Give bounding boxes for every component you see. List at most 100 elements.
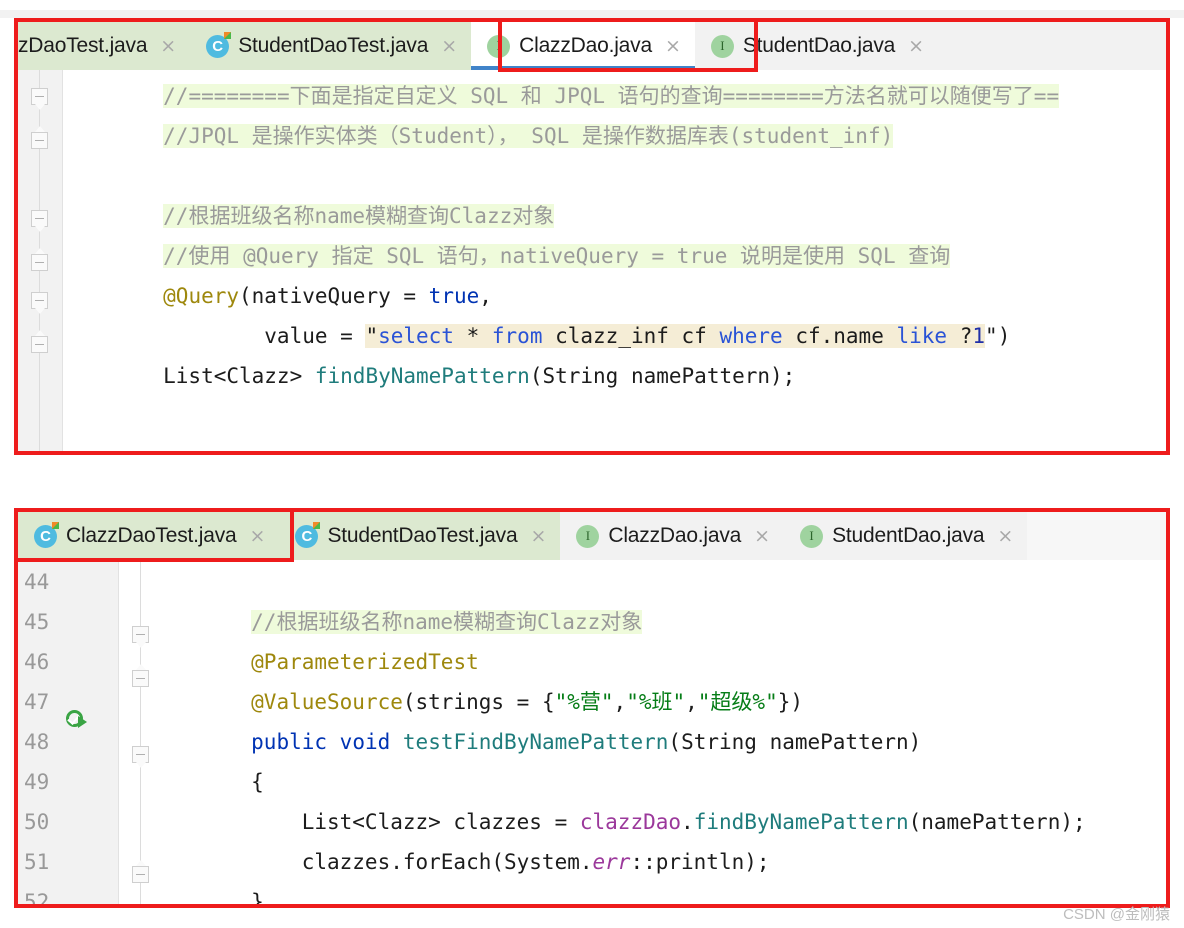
- code-line[interactable]: //根据班级名称name模糊查询Clazz对象: [150, 602, 1166, 642]
- code-token: findByNamePattern: [693, 810, 909, 834]
- tab-studentdao-java[interactable]: StudentDao.java ×: [694, 22, 939, 70]
- close-icon[interactable]: ×: [997, 526, 1013, 546]
- fold-marker-up[interactable]: [132, 860, 149, 883]
- fold-marker-up[interactable]: [132, 664, 149, 687]
- code-token: clazzes.forEach(System.: [150, 850, 593, 874]
- java-interface-icon: [800, 524, 824, 548]
- code-token: select: [378, 324, 454, 348]
- code-token: .: [681, 810, 694, 834]
- line-number: 51: [24, 850, 50, 874]
- bottom-code-area[interactable]: 44 45 46 47 48 49 50 51 52 //根据班级名称name模糊查询Clazz…: [18, 560, 1166, 904]
- tab-clazzdaotest-java[interactable]: ClazzDaoTest.java ×: [18, 512, 280, 560]
- tab-clazzdao-java[interactable]: ClazzDao.java ×: [471, 22, 695, 70]
- line-number: 48: [24, 730, 50, 754]
- code-token: public: [251, 730, 328, 754]
- line-number: 49: [24, 770, 50, 794]
- code-token: //========下面是指定自定义 SQL 和 JPQL 语句的查询=====…: [163, 84, 1060, 108]
- tab-label: StudentDaoTest.java: [238, 34, 429, 57]
- code-line[interactable]: [150, 562, 1166, 602]
- code-line[interactable]: clazzes.forEach(System.err::println);: [150, 842, 1166, 882]
- code-token: *: [453, 324, 492, 348]
- code-line[interactable]: //使用 @Query 指定 SQL 语句，nativeQuery = true…: [62, 236, 1166, 276]
- code-token: "超级%": [697, 690, 778, 714]
- code-token: ): [997, 324, 1011, 348]
- code-line[interactable]: {: [150, 762, 1166, 802]
- code-token: clazzDao: [579, 810, 682, 834]
- code-token: true: [428, 284, 480, 308]
- line-number: 46: [24, 650, 50, 674]
- code-token: List<Clazz>: [62, 364, 315, 388]
- line-number: 52: [24, 890, 50, 904]
- code-line[interactable]: public void testFindByNamePattern(String…: [150, 722, 1166, 762]
- code-token: cf.name: [782, 324, 897, 348]
- close-icon[interactable]: ×: [908, 36, 924, 56]
- tab-zdaotest-java[interactable]: zDaoTest.java ×: [18, 22, 191, 70]
- code-line[interactable]: }: [150, 882, 1166, 904]
- code-token: //根据班级名称name模糊查询Clazz对象: [163, 204, 555, 228]
- code-token: void: [339, 730, 391, 754]
- close-icon[interactable]: ×: [665, 36, 681, 56]
- code-token: "%班": [626, 690, 686, 714]
- top-code-area[interactable]: //========下面是指定自定义 SQL 和 JPQL 语句的查询=====…: [18, 70, 1166, 451]
- code-token: (String namePattern): [668, 730, 922, 754]
- code-line[interactable]: @ValueSource(strings = {"%营","%班","超级%"}…: [150, 682, 1166, 722]
- java-class-icon: [295, 521, 321, 548]
- code-token: }: [150, 890, 264, 904]
- java-interface-icon: [487, 34, 511, 58]
- java-interface-icon: [710, 34, 734, 58]
- run-test-passed-icon[interactable]: [66, 710, 88, 732]
- code-token: testFindByNamePattern: [402, 730, 669, 754]
- close-icon[interactable]: ×: [250, 526, 266, 546]
- code-token: "%营": [554, 690, 614, 714]
- fold-marker-down[interactable]: [31, 88, 48, 110]
- code-token: ": [985, 324, 998, 348]
- code-token: clazz_inf cf: [542, 324, 720, 348]
- code-line[interactable]: //JPQL 是操作实体类（Student）， SQL 是操作数据库表(stud…: [62, 116, 1166, 156]
- tab-label: ClazzDao.java: [608, 524, 742, 547]
- code-token: 1: [972, 324, 986, 348]
- close-icon[interactable]: ×: [441, 36, 457, 56]
- fold-marker-up[interactable]: [31, 248, 48, 271]
- code-line[interactable]: @ParameterizedTest: [150, 642, 1166, 682]
- tab-clazzdao-java[interactable]: ClazzDao.java ×: [560, 512, 785, 560]
- code-line[interactable]: List<Clazz> findByNamePattern(String nam…: [62, 356, 1166, 396]
- code-line[interactable]: value = "select * from clazz_inf cf wher…: [62, 316, 1166, 356]
- code-token: ,: [685, 690, 698, 714]
- code-token: //JPQL 是操作实体类（Student）， SQL 是操作数据库表(stud…: [163, 124, 894, 148]
- fold-marker-down[interactable]: [132, 746, 149, 768]
- tab-label: StudentDao.java: [742, 34, 896, 57]
- code-line[interactable]: //根据班级名称name模糊查询Clazz对象: [62, 196, 1166, 236]
- window-top-edge: [0, 0, 1184, 10]
- close-icon[interactable]: ×: [160, 36, 176, 56]
- code-token: (namePattern);: [908, 810, 1086, 834]
- fold-marker-down[interactable]: [31, 292, 48, 314]
- tab-studentdaotest-java[interactable]: StudentDaoTest.java ×: [279, 512, 561, 560]
- code-line[interactable]: //========下面是指定自定义 SQL 和 JPQL 语句的查询=====…: [62, 76, 1166, 116]
- code-token: value =: [62, 324, 366, 348]
- fold-marker-up[interactable]: [31, 330, 48, 353]
- fold-marker-down[interactable]: [132, 626, 149, 648]
- code-token: like: [896, 324, 948, 348]
- top-editor-tabbar[interactable]: zDaoTest.java×StudentDaoTest.java×ClazzD…: [18, 22, 1166, 70]
- code-token: //使用 @Query 指定 SQL 语句，nativeQuery = true…: [163, 244, 951, 268]
- code-line[interactable]: [62, 156, 1166, 196]
- close-icon[interactable]: ×: [754, 526, 770, 546]
- editor-panel-clazzdao: zDaoTest.java×StudentDaoTest.java×ClazzD…: [14, 18, 1170, 455]
- code-line[interactable]: @Query(nativeQuery = true,: [62, 276, 1166, 316]
- fold-marker-up[interactable]: [31, 126, 48, 149]
- close-icon[interactable]: ×: [530, 526, 546, 546]
- code-line[interactable]: List<Clazz> clazzes = clazzDao.findByNam…: [150, 802, 1166, 842]
- code-token: ,: [613, 690, 627, 714]
- tab-studentdaotest-java[interactable]: StudentDaoTest.java ×: [190, 22, 472, 70]
- tab-studentdao-java[interactable]: StudentDao.java ×: [784, 512, 1028, 560]
- bottom-editor-tabbar[interactable]: ClazzDaoTest.java×StudentDaoTest.java×Cl…: [18, 512, 1166, 560]
- fold-marker-down[interactable]: [31, 210, 48, 232]
- code-token: {: [150, 770, 264, 794]
- code-token: @ValueSource: [251, 690, 403, 714]
